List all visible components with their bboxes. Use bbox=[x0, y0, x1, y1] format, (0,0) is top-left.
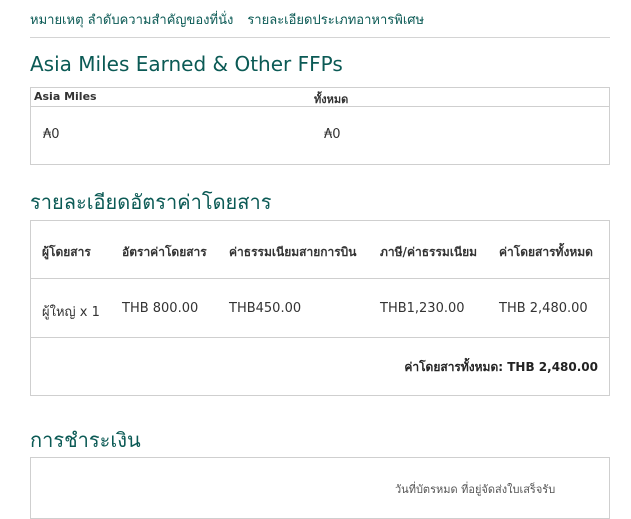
taxes-cell: THB1,230.00 bbox=[380, 301, 465, 316]
miles-table: Asia Miles ทั้งหมด ₳0 ₳0 bbox=[30, 87, 610, 165]
total-miles-value: ₳0 bbox=[324, 127, 341, 142]
passenger-column-header: ผู้โดยสาร bbox=[42, 245, 91, 259]
miles-section-title: Asia Miles Earned & Other FFPs bbox=[30, 52, 343, 76]
total-fare-column-header: ค่าโดยสารทั้งหมด bbox=[499, 245, 593, 259]
payment-section-title: การชำระเงิน bbox=[30, 428, 141, 452]
fare-grand-total: ค่าโดยสารทั้งหมด: THB 2,480.00 bbox=[404, 360, 598, 374]
special-meal-details-link[interactable]: รายละเอียดประเภทอาหารพิเศษ bbox=[247, 13, 424, 28]
seat-priority-note-link[interactable]: หมายเหตุ ลำดับความสำคัญของที่นั่ง bbox=[30, 13, 233, 28]
base-fare-column-header: อัตราค่าโดยสาร bbox=[122, 245, 207, 259]
row-divider bbox=[31, 337, 609, 338]
asia-miles-column-header: Asia Miles bbox=[34, 90, 97, 103]
base-fare-cell: THB 800.00 bbox=[122, 301, 199, 316]
total-column-header: ทั้งหมด bbox=[314, 93, 349, 106]
taxes-column-header: ภาษี/ค่าธรรมเนียม bbox=[380, 245, 478, 259]
payment-table: วันที่บัตรหมด ที่อยู่จัดส่งใบเสร็จรับ bbox=[30, 457, 610, 519]
carrier-fee-column-header: ค่าธรรมเนียมสายการบิน bbox=[229, 245, 357, 259]
top-links: หมายเหตุ ลำดับความสำคัญของที่นั่ง รายละเอ… bbox=[30, 9, 424, 30]
asia-miles-value: ₳0 bbox=[43, 127, 60, 142]
miles-table-header: Asia Miles ทั้งหมด bbox=[31, 88, 609, 107]
carrier-fee-cell: THB450.00 bbox=[229, 301, 302, 316]
total-fare-cell: THB 2,480.00 bbox=[499, 301, 588, 316]
row-divider bbox=[31, 278, 609, 279]
fare-section-title: รายละเอียดอัตราค่าโดยสาร bbox=[30, 190, 272, 214]
passenger-cell: ผู้ใหญ่ x 1 bbox=[42, 305, 100, 320]
fare-table: ผู้โดยสาร อัตราค่าโดยสาร ค่าธรรมเนียมสาย… bbox=[30, 220, 610, 396]
payment-header-partial: วันที่บัตรหมด ที่อยู่จัดส่งใบเสร็จรับ bbox=[395, 483, 556, 496]
divider bbox=[30, 37, 610, 38]
